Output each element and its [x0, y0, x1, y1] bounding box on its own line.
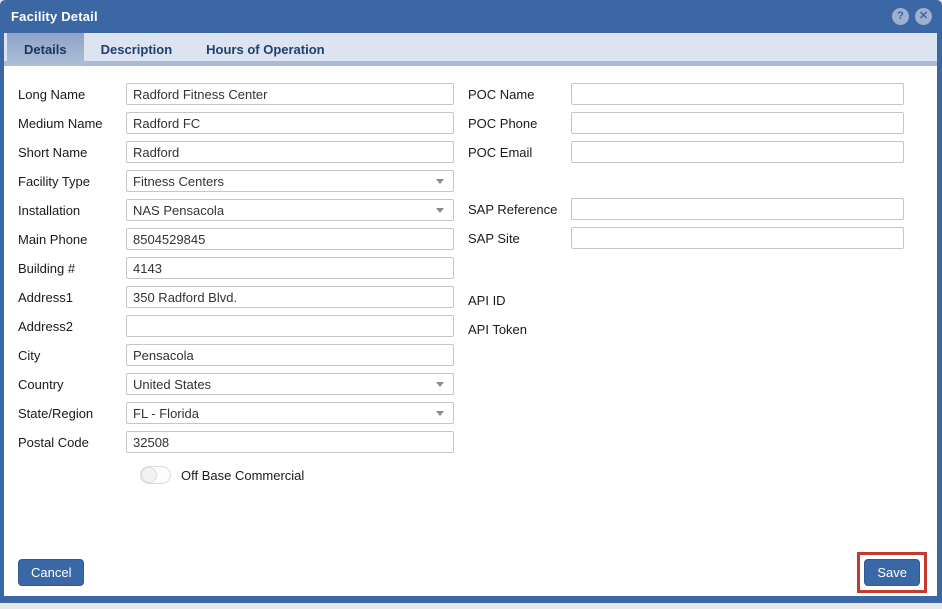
form-row: Medium Name	[18, 112, 455, 134]
titlebar: Facility Detail ? ✕	[0, 0, 942, 33]
form-row: City	[18, 344, 455, 366]
form-row: POC Email	[468, 141, 937, 163]
address1-label: Address1	[18, 290, 126, 305]
short-name-input[interactable]	[126, 141, 454, 163]
poc-name-input[interactable]	[571, 83, 904, 105]
cancel-button[interactable]: Cancel	[18, 559, 84, 586]
form-row: Building #	[18, 257, 455, 279]
form-row: Facility Type Fitness Centers	[18, 170, 455, 192]
form-row: Short Name	[18, 141, 455, 163]
form-row: Long Name	[18, 83, 455, 105]
off-base-commercial-toggle[interactable]	[140, 466, 171, 484]
facility-type-select[interactable]: Fitness Centers	[126, 170, 454, 192]
chevron-down-icon	[436, 179, 444, 184]
api-id-label: API ID	[468, 293, 571, 308]
tab-description[interactable]: Description	[84, 33, 190, 66]
postal-code-input[interactable]	[126, 431, 454, 453]
form-row: Address1	[18, 286, 455, 308]
off-base-commercial-label: Off Base Commercial	[181, 468, 304, 483]
form-row: POC Phone	[468, 112, 937, 134]
form-right-column: POC Name POC Phone POC Email SAP Referen…	[455, 83, 937, 484]
form-row: POC Name	[468, 83, 937, 105]
chevron-down-icon	[436, 208, 444, 213]
close-icon[interactable]: ✕	[915, 8, 932, 25]
short-name-label: Short Name	[18, 145, 126, 160]
form-row: Main Phone	[18, 228, 455, 250]
help-icon[interactable]: ?	[892, 8, 909, 25]
installation-label: Installation	[18, 203, 126, 218]
state-region-label: State/Region	[18, 406, 126, 421]
poc-email-label: POC Email	[468, 145, 571, 160]
long-name-label: Long Name	[18, 87, 126, 102]
cancel-button-area: Cancel	[18, 559, 84, 586]
country-select[interactable]: United States	[126, 373, 454, 395]
state-region-value: FL - Florida	[133, 406, 199, 421]
medium-name-input[interactable]	[126, 112, 454, 134]
main-phone-input[interactable]	[126, 228, 454, 250]
sap-site-label: SAP Site	[468, 231, 571, 246]
postal-code-label: Postal Code	[18, 435, 126, 450]
state-region-select[interactable]: FL - Florida	[126, 402, 454, 424]
facility-type-value: Fitness Centers	[133, 174, 224, 189]
tab-details[interactable]: Details	[7, 33, 84, 66]
building-number-label: Building #	[18, 261, 126, 276]
titlebar-icons: ? ✕	[892, 8, 932, 25]
poc-phone-input[interactable]	[571, 112, 904, 134]
form-row: Installation NAS Pensacola	[18, 199, 455, 221]
form-row: Country United States	[18, 373, 455, 395]
facility-detail-dialog: Facility Detail ? ✕ Details Description …	[0, 0, 942, 603]
dialog-title: Facility Detail	[11, 9, 98, 24]
installation-value: NAS Pensacola	[133, 203, 224, 218]
main-phone-label: Main Phone	[18, 232, 126, 247]
sap-reference-input[interactable]	[571, 198, 904, 220]
form-row: State/Region FL - Florida	[18, 402, 455, 424]
country-value: United States	[133, 377, 211, 392]
city-label: City	[18, 348, 126, 363]
api-token-label: API Token	[468, 322, 571, 337]
address1-input[interactable]	[126, 286, 454, 308]
chevron-down-icon	[436, 411, 444, 416]
poc-phone-label: POC Phone	[468, 116, 571, 131]
form-left-column: Long Name Medium Name Short Name Facilit…	[4, 83, 455, 484]
tab-hours-of-operation[interactable]: Hours of Operation	[189, 33, 341, 66]
poc-email-input[interactable]	[571, 141, 904, 163]
poc-name-label: POC Name	[468, 87, 571, 102]
form-row: SAP Reference	[468, 198, 937, 220]
form-row: SAP Site	[468, 227, 937, 249]
long-name-input[interactable]	[126, 83, 454, 105]
city-input[interactable]	[126, 344, 454, 366]
off-base-commercial-row: Off Base Commercial	[140, 466, 455, 484]
address2-input[interactable]	[126, 315, 454, 337]
installation-select[interactable]: NAS Pensacola	[126, 199, 454, 221]
medium-name-label: Medium Name	[18, 116, 126, 131]
address2-label: Address2	[18, 319, 126, 334]
toggle-knob	[141, 467, 157, 483]
details-tab-content: Long Name Medium Name Short Name Facilit…	[4, 66, 937, 596]
sap-site-input[interactable]	[571, 227, 904, 249]
form-row: API ID	[468, 292, 937, 309]
tab-bar: Details Description Hours of Operation	[4, 33, 937, 66]
form-row: Postal Code	[18, 431, 455, 453]
chevron-down-icon	[436, 382, 444, 387]
country-label: Country	[18, 377, 126, 392]
form-row: API Token	[468, 321, 937, 338]
save-highlight-annotation: Save	[857, 552, 927, 593]
save-button[interactable]: Save	[864, 559, 920, 586]
building-number-input[interactable]	[126, 257, 454, 279]
form-row: Address2	[18, 315, 455, 337]
sap-reference-label: SAP Reference	[468, 202, 571, 217]
facility-type-label: Facility Type	[18, 174, 126, 189]
